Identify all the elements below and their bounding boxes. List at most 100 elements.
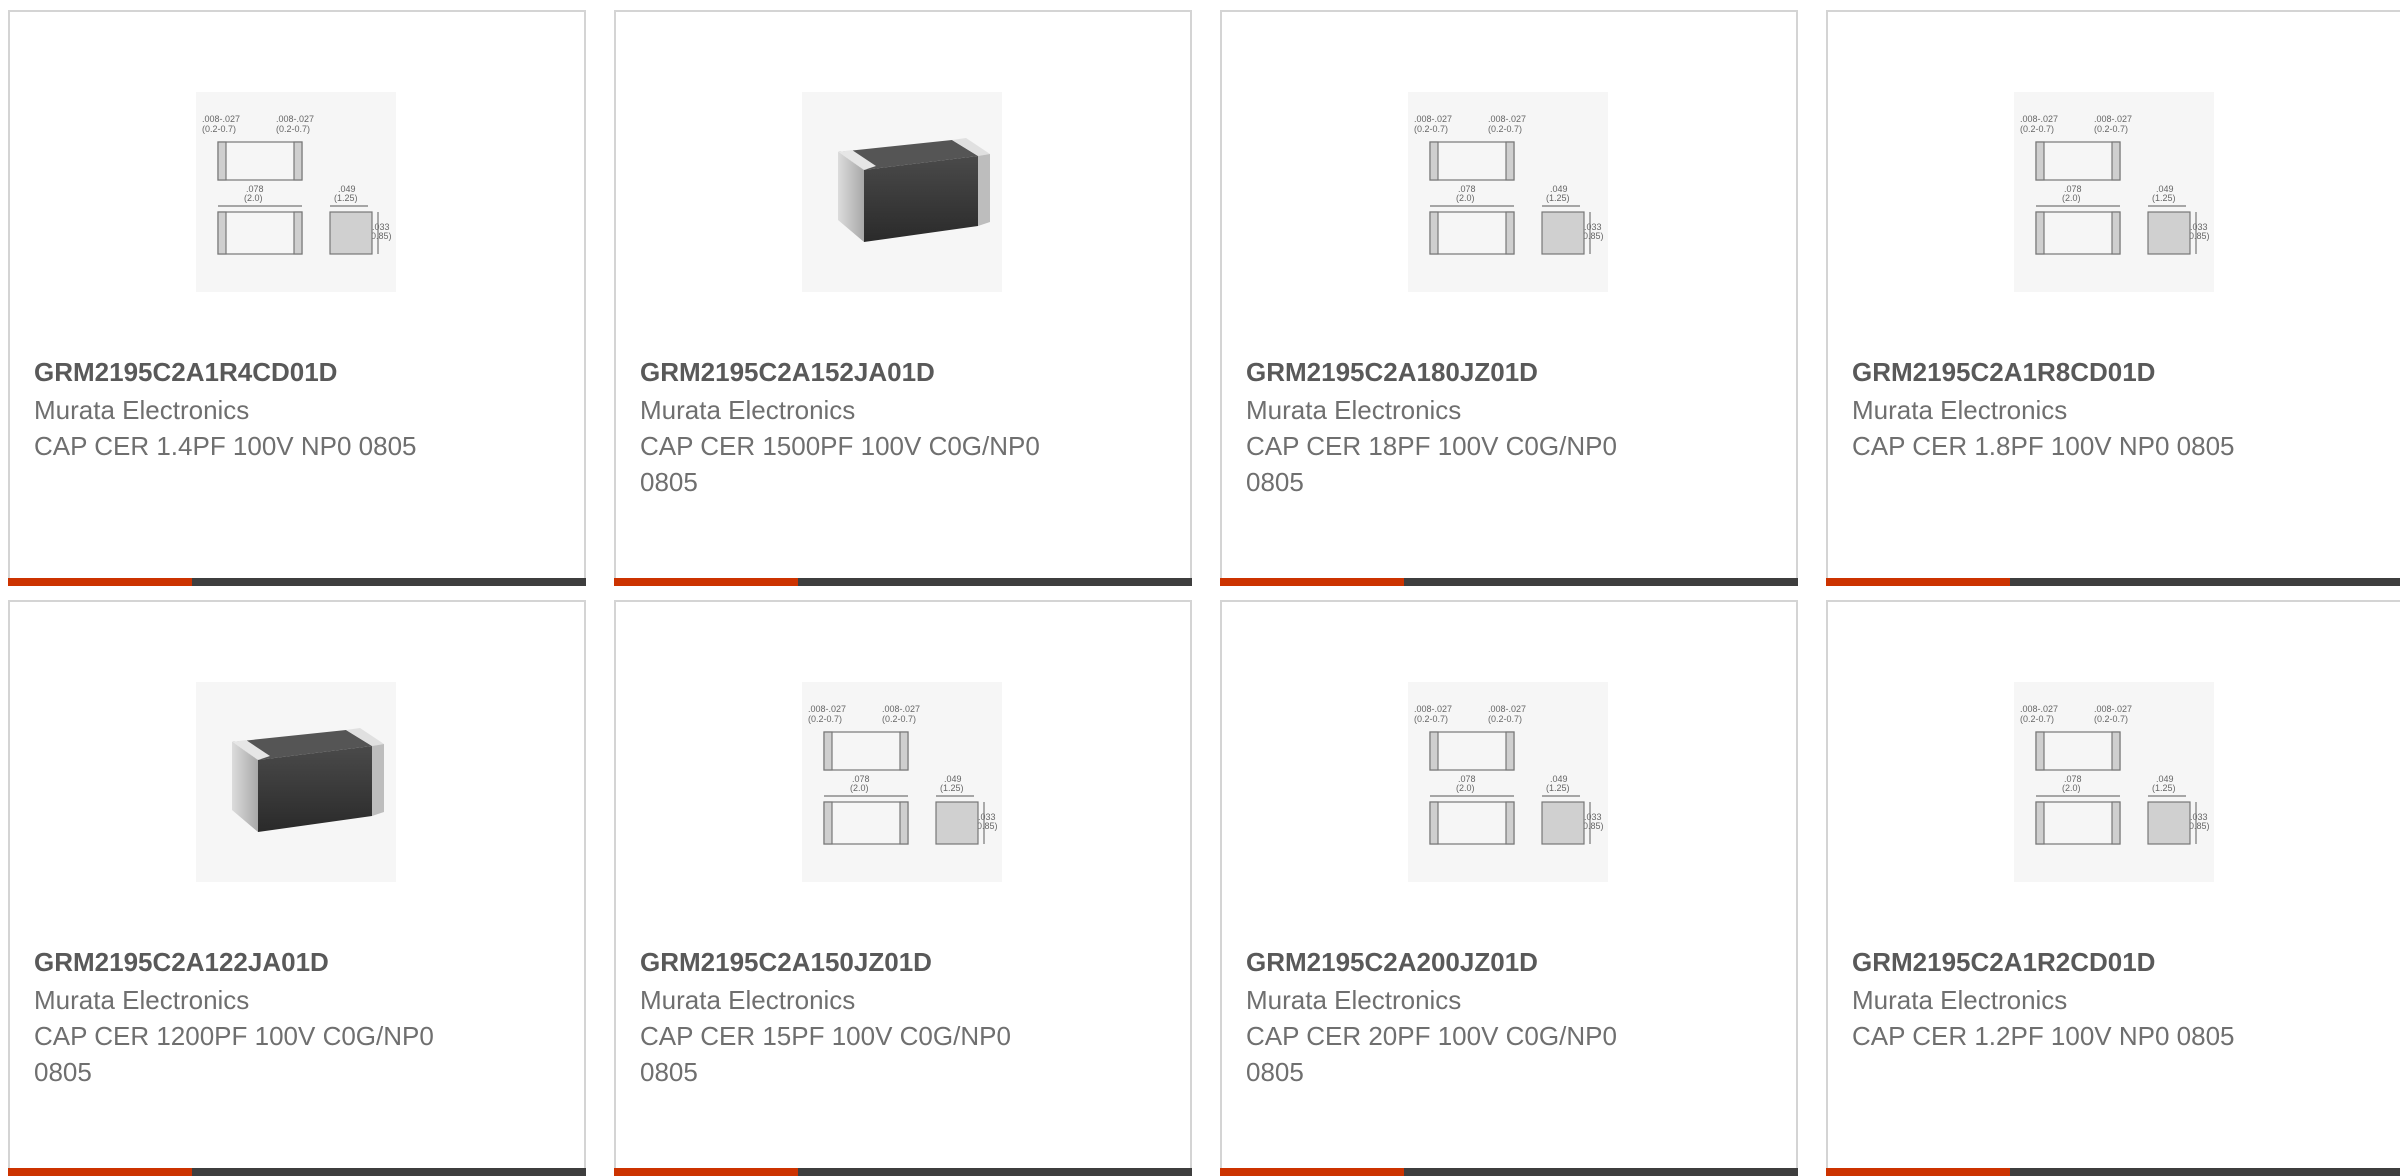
product-description: CAP CER 15PF 100V C0G/NP0 0805 bbox=[640, 1021, 1011, 1087]
product-image[interactable]: .008-.027 (0.2-0.7) .008-.027 (0.2-0.7) … bbox=[2014, 92, 2214, 292]
dimension-drawing-image: .008-.027 (0.2-0.7) .008-.027 (0.2-0.7) … bbox=[808, 704, 998, 845]
svg-text:.008-.027: .008-.027 bbox=[1488, 704, 1526, 714]
svg-text:(0.2-0.7): (0.2-0.7) bbox=[2094, 714, 2128, 724]
product-card[interactable]: .008-.027 (0.2-0.7) .008-.027 (0.2-0.7) … bbox=[1220, 10, 1798, 586]
card-footer-bar bbox=[8, 1168, 586, 1176]
product-description: CAP CER 1.4PF 100V NP0 0805 bbox=[34, 431, 417, 461]
product-image[interactable] bbox=[802, 92, 1002, 292]
card-footer-accent bbox=[614, 578, 798, 586]
svg-text:(1.25): (1.25) bbox=[334, 193, 358, 203]
product-card[interactable]: .008-.027 (0.2-0.7) .008-.027 (0.2-0.7) … bbox=[8, 10, 586, 586]
part-number[interactable]: GRM2195C2A150JZ01D bbox=[640, 944, 932, 980]
svg-text:.008-.027: .008-.027 bbox=[1414, 704, 1452, 714]
manufacturer-name: Murata Electronics bbox=[640, 395, 856, 425]
part-number[interactable]: GRM2195C2A180JZ01D bbox=[1246, 354, 1538, 390]
dimension-drawing-image: .008-.027 (0.2-0.7) .008-.027 (0.2-0.7) … bbox=[1414, 704, 1604, 845]
manufacturer-name: Murata Electronics bbox=[1852, 395, 2068, 425]
card-footer-bar bbox=[1826, 578, 2400, 586]
manufacturer-name: Murata Electronics bbox=[1246, 395, 1462, 425]
product-image[interactable]: .008-.027 (0.2-0.7) .008-.027 (0.2-0.7) … bbox=[1408, 682, 1608, 882]
manufacturer-name: Murata Electronics bbox=[1246, 985, 1462, 1015]
svg-text:(0.2-0.7): (0.2-0.7) bbox=[2020, 124, 2054, 134]
card-footer-accent bbox=[614, 1168, 798, 1176]
product-card[interactable]: .008-.027 (0.2-0.7) .008-.027 (0.2-0.7) … bbox=[1826, 10, 2400, 586]
manufacturer-name: Murata Electronics bbox=[34, 985, 250, 1015]
product-image[interactable]: .008-.027 (0.2-0.7) .008-.027 (0.2-0.7) … bbox=[2014, 682, 2214, 882]
svg-text:(0.2-0.7): (0.2-0.7) bbox=[1414, 714, 1448, 724]
svg-text:(2.0): (2.0) bbox=[244, 193, 263, 203]
svg-text:(0.2-0.7): (0.2-0.7) bbox=[882, 714, 916, 724]
part-number[interactable]: GRM2195C2A122JA01D bbox=[34, 944, 329, 980]
capacitor-photo-image bbox=[838, 138, 990, 242]
card-footer-accent bbox=[8, 1168, 192, 1176]
svg-text:(1.25): (1.25) bbox=[940, 783, 964, 793]
svg-text:.008-.027: .008-.027 bbox=[2094, 114, 2132, 124]
svg-text:.008-.027: .008-.027 bbox=[202, 114, 240, 124]
svg-text:.008-.027: .008-.027 bbox=[2020, 114, 2058, 124]
card-footer-bar bbox=[614, 1168, 1192, 1176]
part-number[interactable]: GRM2195C2A1R4CD01D bbox=[34, 354, 337, 390]
card-footer-accent bbox=[1220, 578, 1404, 586]
card-footer-bar bbox=[1220, 578, 1798, 586]
svg-text:.008-.027: .008-.027 bbox=[2094, 704, 2132, 714]
product-card[interactable]: GRM2195C2A152JA01D Murata Electronics CAP … bbox=[614, 10, 1192, 586]
svg-text:(0.2-0.7): (0.2-0.7) bbox=[2020, 714, 2054, 724]
svg-text:(2.0): (2.0) bbox=[1456, 783, 1475, 793]
product-card[interactable]: GRM2195C2A122JA01D Murata Electronics CAP … bbox=[8, 600, 586, 1176]
svg-text:(2.0): (2.0) bbox=[2062, 783, 2081, 793]
product-image[interactable] bbox=[196, 682, 396, 882]
product-image[interactable]: .008-.027 (0.2-0.7) .008-.027 (0.2-0.7) … bbox=[1408, 92, 1608, 292]
svg-text:.008-.027: .008-.027 bbox=[1414, 114, 1452, 124]
svg-text:(1.25): (1.25) bbox=[1546, 193, 1570, 203]
product-card[interactable]: .008-.027 (0.2-0.7) .008-.027 (0.2-0.7) … bbox=[1220, 600, 1798, 1176]
part-number[interactable]: GRM2195C2A1R2CD01D bbox=[1852, 944, 2155, 980]
svg-text:.008-.027: .008-.027 bbox=[276, 114, 314, 124]
svg-text:(2.0): (2.0) bbox=[850, 783, 869, 793]
svg-text:(0.2-0.7): (0.2-0.7) bbox=[202, 124, 236, 134]
svg-text:(0.2-0.7): (0.2-0.7) bbox=[2094, 124, 2128, 134]
svg-text:.008-.027: .008-.027 bbox=[1488, 114, 1526, 124]
card-footer-bar bbox=[1826, 1168, 2400, 1176]
svg-text:(0.2-0.7): (0.2-0.7) bbox=[276, 124, 310, 134]
manufacturer-name: Murata Electronics bbox=[1852, 985, 2068, 1015]
card-footer-bar bbox=[8, 578, 586, 586]
card-footer-accent bbox=[8, 578, 192, 586]
part-number[interactable]: GRM2195C2A152JA01D bbox=[640, 354, 935, 390]
svg-text:(0.2-0.7): (0.2-0.7) bbox=[1414, 124, 1448, 134]
part-number[interactable]: GRM2195C2A1R8CD01D bbox=[1852, 354, 2155, 390]
part-number[interactable]: GRM2195C2A200JZ01D bbox=[1246, 944, 1538, 980]
svg-text:(2.0): (2.0) bbox=[1456, 193, 1475, 203]
dimension-drawing-image: .008-.027 (0.2-0.7) .008-.027 (0.2-0.7) … bbox=[2020, 114, 2210, 255]
dimension-drawing-image: .008-.027 (0.2-0.7) .008-.027 (0.2-0.7) … bbox=[202, 114, 392, 255]
svg-text:(1.25): (1.25) bbox=[2152, 193, 2176, 203]
product-card[interactable]: .008-.027 (0.2-0.7) .008-.027 (0.2-0.7) … bbox=[614, 600, 1192, 1176]
product-description: CAP CER 1.8PF 100V NP0 0805 bbox=[1852, 431, 2235, 461]
card-footer-accent bbox=[1826, 578, 2010, 586]
product-description: CAP CER 1500PF 100V C0G/NP0 0805 bbox=[640, 431, 1040, 497]
product-description: CAP CER 20PF 100V C0G/NP0 0805 bbox=[1246, 1021, 1617, 1087]
svg-text:(1.25): (1.25) bbox=[1546, 783, 1570, 793]
manufacturer-name: Murata Electronics bbox=[34, 395, 250, 425]
product-card[interactable]: .008-.027 (0.2-0.7) .008-.027 (0.2-0.7) … bbox=[1826, 600, 2400, 1176]
product-description: CAP CER 1200PF 100V C0G/NP0 0805 bbox=[34, 1021, 434, 1087]
card-footer-bar bbox=[614, 578, 1192, 586]
capacitor-photo-image bbox=[232, 728, 384, 832]
dimension-drawing-image: .008-.027 (0.2-0.7) .008-.027 (0.2-0.7) … bbox=[2020, 704, 2210, 845]
svg-text:.008-.027: .008-.027 bbox=[2020, 704, 2058, 714]
svg-text:.008-.027: .008-.027 bbox=[882, 704, 920, 714]
card-footer-bar bbox=[1220, 1168, 1798, 1176]
product-image[interactable]: .008-.027 (0.2-0.7) .008-.027 (0.2-0.7) … bbox=[802, 682, 1002, 882]
product-description: CAP CER 1.2PF 100V NP0 0805 bbox=[1852, 1021, 2235, 1051]
product-description: CAP CER 18PF 100V C0G/NP0 0805 bbox=[1246, 431, 1617, 497]
manufacturer-name: Murata Electronics bbox=[640, 985, 856, 1015]
svg-text:(0.2-0.7): (0.2-0.7) bbox=[808, 714, 842, 724]
product-image[interactable]: .008-.027 (0.2-0.7) .008-.027 (0.2-0.7) … bbox=[196, 92, 396, 292]
svg-text:.008-.027: .008-.027 bbox=[808, 704, 846, 714]
svg-text:(1.25): (1.25) bbox=[2152, 783, 2176, 793]
card-footer-accent bbox=[1826, 1168, 2010, 1176]
svg-text:(0.2-0.7): (0.2-0.7) bbox=[1488, 124, 1522, 134]
svg-text:(2.0): (2.0) bbox=[2062, 193, 2081, 203]
svg-text:(0.2-0.7): (0.2-0.7) bbox=[1488, 714, 1522, 724]
dimension-drawing-image: .008-.027 (0.2-0.7) .008-.027 (0.2-0.7) … bbox=[1414, 114, 1604, 255]
card-footer-accent bbox=[1220, 1168, 1404, 1176]
